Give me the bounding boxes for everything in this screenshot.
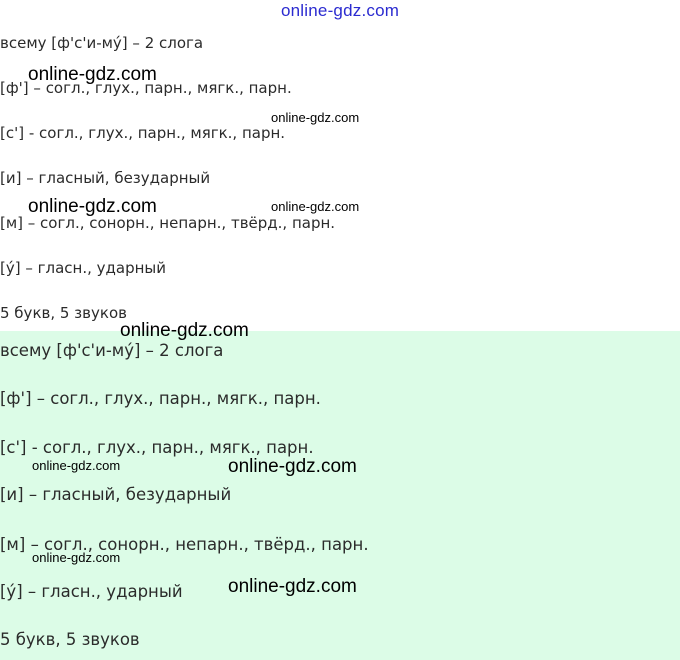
watermark: online-gdz.com — [228, 576, 357, 597]
watermark: online-gdz.com — [120, 320, 249, 341]
watermark: online-gdz.com — [228, 456, 357, 477]
header-watermark: online-gdz.com — [281, 1, 400, 20]
sound-u: [у́] – гласн., ударный — [0, 582, 183, 601]
phonetic-analysis-block-2: всему [ф'с'и-му́] – 2 слога [ф'] – согл.… — [0, 331, 680, 660]
watermark: online-gdz.com — [32, 550, 121, 565]
sound-s: [с'] - согл., глух., парн., мягк., парн. — [0, 438, 314, 457]
letters-sounds-count: 5 букв, 5 звуков — [0, 304, 127, 322]
sound-u: [у́] – гласн., ударный — [0, 259, 166, 277]
sound-f: [ф'] – согл., глух., парн., мягк., парн. — [0, 389, 321, 408]
watermark: online-gdz.com — [271, 199, 360, 214]
sound-i: [и] – гласный, безударный — [0, 485, 232, 504]
watermark: online-gdz.com — [271, 110, 360, 125]
sound-i: [и] – гласный, безударный — [0, 169, 211, 187]
watermark: online-gdz.com — [32, 458, 121, 473]
word-transcription: всему [ф'с'и-му́] – 2 слога — [0, 34, 204, 52]
word-transcription: всему [ф'с'и-му́] – 2 слога — [0, 341, 224, 360]
watermark: online-gdz.com — [28, 64, 157, 85]
sound-s: [с'] - согл., глух., парн., мягк., парн. — [0, 124, 286, 142]
watermark: online-gdz.com — [28, 196, 157, 217]
letters-sounds-count: 5 букв, 5 звуков — [0, 630, 140, 649]
sound-m: [м] – согл., сонорн., непарн., твёрд., п… — [0, 214, 336, 232]
